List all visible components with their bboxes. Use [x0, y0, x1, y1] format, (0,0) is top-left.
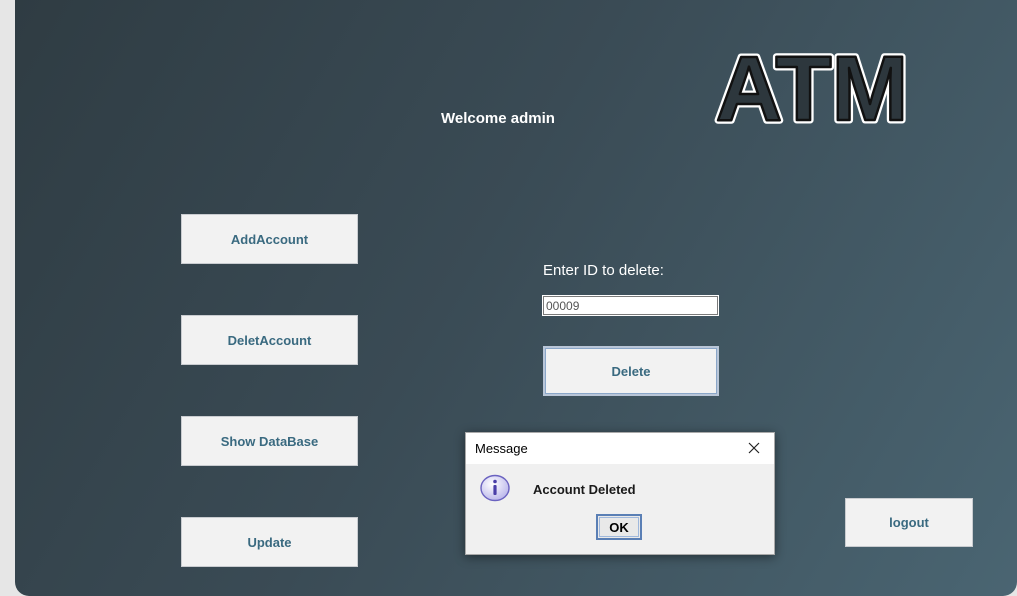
message-dialog: Message Account Deleted OK — [465, 432, 775, 555]
update-button[interactable]: Update — [181, 517, 358, 567]
info-icon — [479, 474, 511, 507]
dialog-message: Account Deleted — [533, 482, 636, 497]
atm-logo: ATM ATM — [712, 40, 911, 130]
dialog-titlebar[interactable]: Message — [466, 433, 774, 464]
delete-account-button[interactable]: DeletAccount — [181, 315, 358, 365]
svg-text:ATM: ATM — [716, 40, 908, 130]
delete-id-input[interactable] — [542, 295, 719, 316]
logout-button[interactable]: logout — [845, 498, 973, 547]
delete-button[interactable]: Delete — [543, 346, 719, 396]
add-account-button[interactable]: AddAccount — [181, 214, 358, 264]
show-database-button[interactable]: Show DataBase — [181, 416, 358, 466]
welcome-label: Welcome admin — [441, 110, 555, 127]
ok-button[interactable]: OK — [596, 514, 642, 540]
dialog-title: Message — [475, 441, 528, 456]
delete-id-label: Enter ID to delete: — [543, 262, 664, 279]
close-icon[interactable] — [740, 437, 768, 459]
